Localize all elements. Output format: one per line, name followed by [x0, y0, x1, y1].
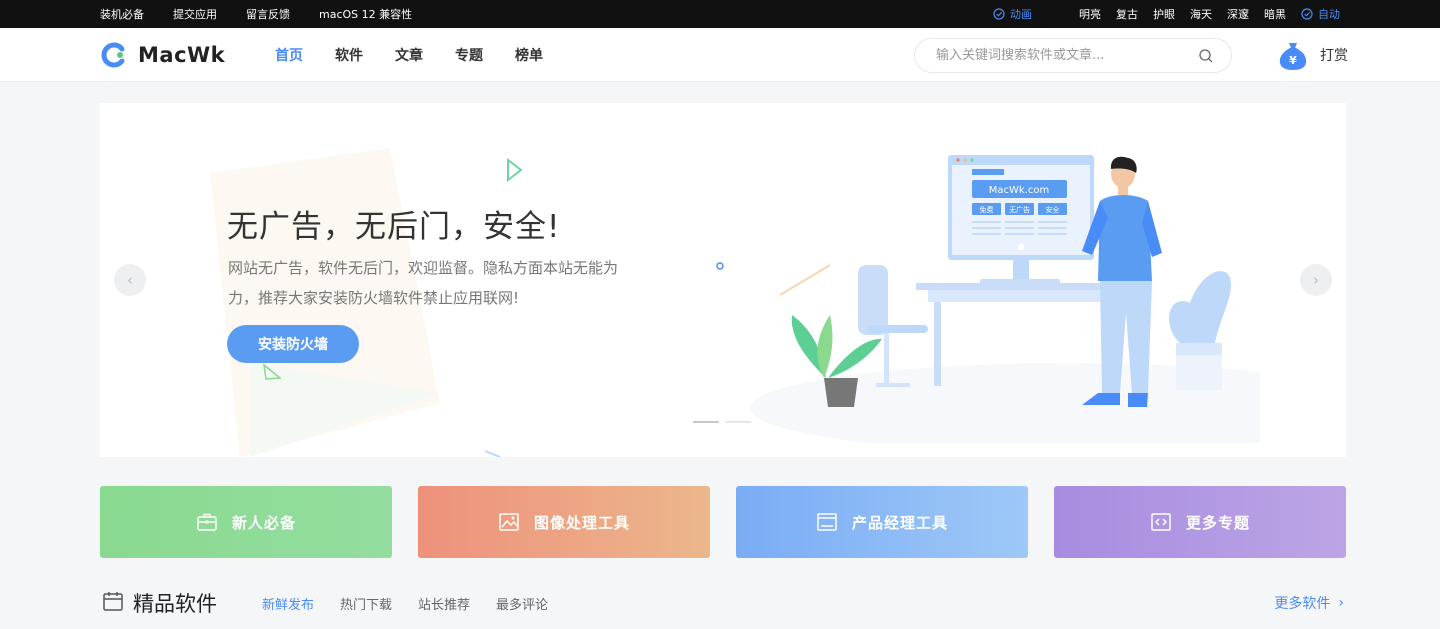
card-label: 更多专题 [1185, 513, 1250, 532]
card-pm-tools[interactable]: 产品经理工具 [736, 486, 1028, 558]
svg-text:¥: ¥ [1289, 54, 1297, 67]
theme-eye-care[interactable]: 护眼 [1153, 6, 1175, 22]
briefcase-icon [197, 513, 217, 531]
card-label: 图像处理工具 [533, 513, 630, 532]
banner-title: 无广告，无后门，安全! [227, 209, 561, 245]
card-label: 新人必备 [231, 513, 296, 532]
nav-rankings[interactable]: 榜单 [515, 45, 543, 65]
screen-tag-free: 免费 [980, 205, 994, 214]
top-link-macos-compat[interactable]: macOS 12 兼容性 [319, 6, 412, 22]
tab-hot-downloads[interactable]: 热门下载 [340, 594, 392, 613]
animation-label: 动画 [1010, 8, 1032, 21]
card-label: 产品经理工具 [851, 513, 948, 532]
screen-tag-no-ads: 无广告 [1009, 205, 1030, 214]
top-links: 装机必备 提交应用 留言反馈 macOS 12 兼容性 [100, 0, 441, 28]
screen-site-name: MacWk.com [989, 185, 1049, 196]
reward-label: 打赏 [1320, 48, 1348, 64]
nav-home[interactable]: 首页 [275, 45, 303, 65]
logo-icon [101, 42, 125, 68]
site-header: MacWk 首页 软件 文章 专题 榜单 ¥ 打赏 [0, 28, 1440, 82]
card-image-tools[interactable]: 图像处理工具 [418, 486, 710, 558]
search-input[interactable] [936, 39, 1186, 72]
image-icon [499, 513, 519, 531]
slide-indicators [693, 421, 751, 423]
top-link-essentials[interactable]: 装机必备 [100, 6, 144, 22]
theme-auto[interactable]: 自动 [1301, 6, 1340, 22]
theme-auto-label: 自动 [1318, 8, 1340, 21]
theme-switcher: 动画 明亮 复古 护眼 海天 深邃 暗黑 自动 [978, 0, 1340, 28]
top-link-feedback[interactable]: 留言反馈 [246, 6, 290, 22]
chevron-left-icon: ‹ [127, 271, 133, 289]
nav-topics[interactable]: 专题 [455, 45, 483, 65]
hero-illustration: MacWk.com 免费 无广告 安全 [750, 155, 1260, 443]
reward-button[interactable]: ¥ 打赏 [1278, 39, 1348, 71]
window-icon [817, 513, 837, 531]
tab-most-comments[interactable]: 最多评论 [496, 594, 548, 613]
section-title: 精品软件 [133, 592, 217, 616]
theme-retro[interactable]: 复古 [1116, 6, 1138, 22]
hero-banner: 无广告，无后门，安全! 网站无广告，软件无后门，欢迎监督。隐私方面本站无能为力，… [100, 103, 1346, 457]
search-box [914, 38, 1232, 73]
install-firewall-button[interactable]: 安装防火墙 [227, 325, 359, 363]
tab-new-releases[interactable]: 新鲜发布 [262, 594, 314, 613]
theme-bright[interactable]: 明亮 [1079, 6, 1101, 22]
calendar-icon [103, 592, 123, 611]
banner-description: 网站无广告，软件无后门，欢迎监督。隐私方面本站无能为力，推荐大家安装防火墙软件禁… [228, 259, 619, 307]
search-icon[interactable] [1198, 48, 1214, 64]
card-more-topics[interactable]: 更多专题 [1054, 486, 1346, 558]
theme-dark[interactable]: 暗黑 [1264, 6, 1286, 22]
animation-toggle[interactable]: 动画 [993, 6, 1032, 22]
site-logo[interactable]: MacWk [100, 41, 225, 69]
money-bag-icon: ¥ [1279, 43, 1307, 70]
slide-dot-2[interactable] [725, 421, 751, 423]
next-slide-button[interactable]: › [1300, 264, 1332, 296]
code-icon [1151, 513, 1171, 531]
screen-tag-safe: 安全 [1046, 205, 1060, 214]
nav-articles[interactable]: 文章 [395, 45, 423, 65]
topic-cards: 新人必备 图像处理工具 产品经理工具 更多专题 [100, 486, 1346, 558]
check-circle-icon [1301, 8, 1313, 20]
main-nav: 首页 软件 文章 专题 榜单 [275, 28, 575, 82]
tab-admin-picks[interactable]: 站长推荐 [418, 594, 470, 613]
top-bar: 装机必备 提交应用 留言反馈 macOS 12 兼容性 动画 明亮 复古 护眼 … [0, 0, 1440, 28]
more-software-link[interactable]: 更多软件 › [1274, 593, 1344, 613]
check-circle-icon [993, 8, 1005, 20]
theme-sea[interactable]: 海天 [1190, 6, 1212, 22]
top-link-submit-app[interactable]: 提交应用 [173, 6, 217, 22]
featured-software-header: 精品软件 新鲜发布 热门下载 站长推荐 最多评论 更多软件 › [100, 587, 1346, 619]
chevron-right-icon: › [1313, 271, 1319, 289]
card-newcomer-essentials[interactable]: 新人必备 [100, 486, 392, 558]
theme-deep[interactable]: 深邃 [1227, 6, 1249, 22]
section-tabs: 新鲜发布 热门下载 站长推荐 最多评论 [262, 594, 548, 613]
more-software-label: 更多软件 [1274, 596, 1331, 612]
nav-software[interactable]: 软件 [335, 45, 363, 65]
logo-text: MacWk [138, 43, 226, 67]
chevron-right-icon: › [1338, 595, 1344, 611]
prev-slide-button[interactable]: ‹ [114, 264, 146, 296]
slide-dot-1[interactable] [693, 421, 719, 423]
